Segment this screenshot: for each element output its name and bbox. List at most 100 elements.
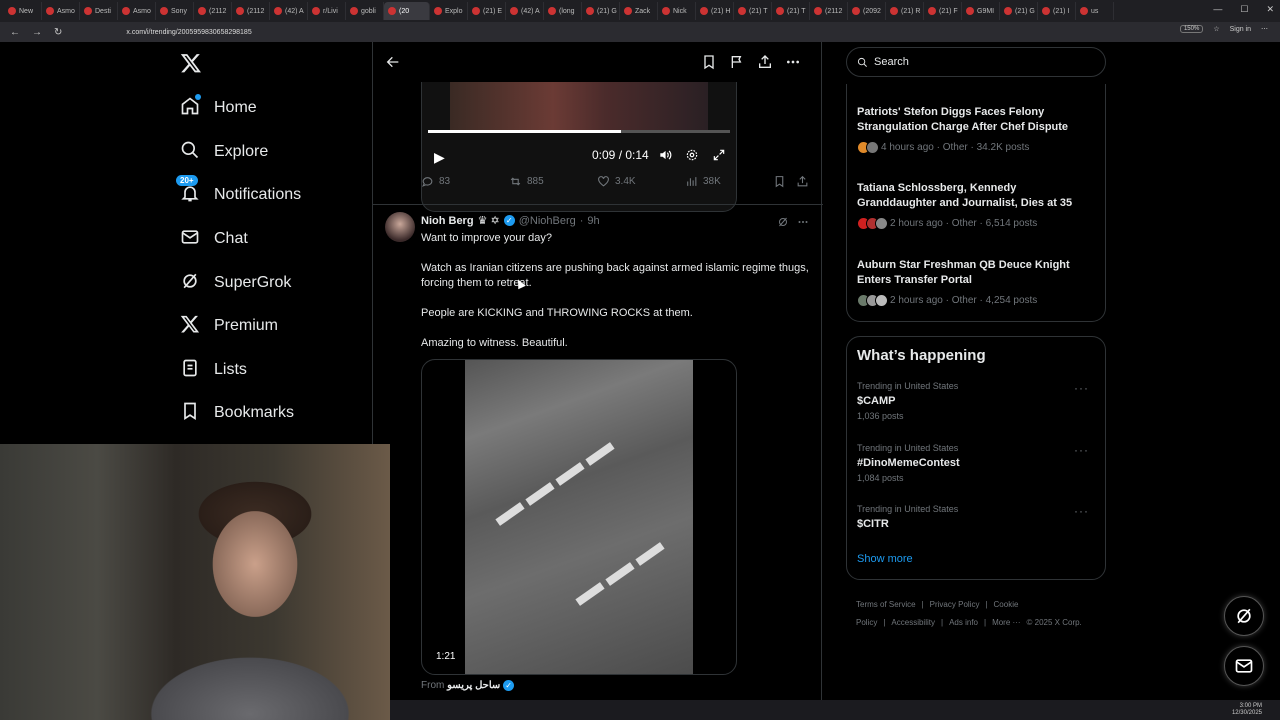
browser-tab[interactable]: us <box>1076 2 1114 20</box>
browser-tab[interactable]: (21) G <box>582 2 620 20</box>
share-icon[interactable] <box>796 175 809 188</box>
browser-tab[interactable]: Explo <box>430 2 468 20</box>
like-button[interactable]: 3.4K <box>597 175 636 188</box>
browser-tab[interactable]: (2112 <box>810 2 848 20</box>
close-icon[interactable]: ✕ <box>1266 4 1274 15</box>
more-icon[interactable] <box>785 54 801 70</box>
trend-item[interactable]: Trending in United States $CITR ··· <box>857 504 1097 530</box>
browser-tab[interactable]: (21) H <box>696 2 734 20</box>
author-handle[interactable]: @NiohBerg <box>519 215 576 227</box>
post-video[interactable]: 1:21 <box>421 359 737 675</box>
browser-tab[interactable]: (2092 <box>848 2 886 20</box>
author-name[interactable]: Nioh Berg <box>421 215 474 227</box>
more-icon[interactable]: ··· <box>1074 381 1089 395</box>
show-more-link[interactable]: Show more <box>857 553 913 565</box>
browser-tab[interactable]: (42) A <box>270 2 308 20</box>
browser-tab[interactable]: (21) I <box>1038 2 1076 20</box>
extensions-icon[interactable]: ⋯ <box>1261 25 1268 33</box>
sign-in-button[interactable]: Sign in <box>1230 26 1251 33</box>
bookmark-icon[interactable] <box>701 54 717 70</box>
star-icon[interactable]: ☆ <box>1213 25 1219 33</box>
browser-tab[interactable]: (21) G <box>1000 2 1038 20</box>
views-button[interactable]: 38K <box>685 175 721 188</box>
browser-tab[interactable]: (21) E <box>468 2 506 20</box>
browser-tab[interactable]: (2112 <box>232 2 270 20</box>
volume-icon[interactable] <box>658 148 672 162</box>
video-player[interactable]: ▶ 0:09 / 0:14 <box>421 82 737 212</box>
search-input[interactable]: Search <box>846 47 1106 77</box>
browser-tab[interactable]: Asmo <box>118 2 156 20</box>
browser-tab[interactable]: Nick <box>658 2 696 20</box>
flag-icon[interactable] <box>729 54 745 70</box>
browser-tab[interactable]: G9MI <box>962 2 1000 20</box>
x-logo-icon[interactable] <box>180 52 202 76</box>
trend-item[interactable]: Trending in United States $CAMP 1,036 po… <box>857 381 1097 421</box>
zoom-level[interactable]: 150% <box>1179 25 1204 33</box>
nav-item-supergrok[interactable]: SuperGrok <box>180 270 291 296</box>
news-item[interactable]: Patriots' Stefon Diggs Faces Felony Stra… <box>857 105 1097 154</box>
trend-context: Trending in United States <box>857 443 959 453</box>
browser-tab[interactable]: gobli <box>346 2 384 20</box>
browser-tab[interactable]: New <box>4 2 42 20</box>
browser-tab[interactable]: (21) T <box>772 2 810 20</box>
browser-tab[interactable]: (long <box>544 2 582 20</box>
messages-fab-button[interactable] <box>1224 646 1264 686</box>
avatar[interactable] <box>385 212 415 242</box>
bookmark-icon[interactable] <box>773 175 786 188</box>
nav-item-lists[interactable]: Lists <box>180 357 247 383</box>
window-controls: — ☐ ✕ <box>1213 4 1274 15</box>
browser-tab[interactable]: (2112 <box>194 2 232 20</box>
maximize-icon[interactable]: ☐ <box>1240 4 1248 15</box>
video-duration: 1:21 <box>432 650 460 663</box>
post-time[interactable]: 9h <box>587 215 599 227</box>
news-item[interactable]: Tatiana Schlossberg, Kennedy Granddaught… <box>857 181 1097 230</box>
nav-item-chat[interactable]: Chat <box>180 226 248 252</box>
browser-tab[interactable]: (21) F <box>924 2 962 20</box>
footer-link[interactable]: Terms of Service <box>856 600 916 609</box>
url-field[interactable]: x.com/i/trending/2005959830658298185 <box>126 29 251 36</box>
footer-link[interactable]: © 2025 X Corp. <box>1027 618 1082 627</box>
nav-item-explore[interactable]: Explore <box>180 139 268 165</box>
source-name[interactable]: ساحل پریسو <box>447 680 500 691</box>
browser-tab[interactable]: Desti <box>80 2 118 20</box>
browser-tab[interactable]: (42) A <box>506 2 544 20</box>
more-icon[interactable]: ··· <box>1074 443 1089 457</box>
nav-item-home[interactable]: Home <box>180 93 257 121</box>
footer-separator: | <box>985 600 988 609</box>
back-icon[interactable]: ← <box>10 27 20 38</box>
news-item[interactable]: Auburn Star Freshman QB Deuce Knight Ent… <box>857 258 1097 307</box>
forward-icon[interactable]: → <box>32 27 42 38</box>
nav-item-notifications[interactable]: 20+ Notifications <box>176 174 301 208</box>
reply-icon <box>422 176 433 187</box>
play-icon[interactable]: ▶ <box>434 149 445 166</box>
share-icon[interactable] <box>757 54 773 70</box>
browser-tab[interactable]: Sony <box>156 2 194 20</box>
nav-item-premium[interactable]: Premium <box>180 313 278 339</box>
settings-icon[interactable] <box>685 148 699 162</box>
browser-tab[interactable]: Asmo <box>42 2 80 20</box>
grok-fab-button[interactable] <box>1224 596 1264 636</box>
back-arrow-icon[interactable] <box>385 54 401 70</box>
tab-favicon-icon <box>236 7 244 15</box>
footer-link[interactable]: Privacy Policy <box>930 600 980 609</box>
fullscreen-icon[interactable] <box>712 148 726 162</box>
more-icon[interactable] <box>797 216 809 228</box>
minimize-icon[interactable]: — <box>1213 4 1222 15</box>
more-icon[interactable]: ··· <box>1074 504 1089 518</box>
tab-favicon-icon <box>198 7 206 15</box>
footer-link[interactable]: Accessibility <box>891 618 935 627</box>
repost-button[interactable]: 885 <box>509 175 544 188</box>
reload-icon[interactable]: ↻ <box>54 27 62 38</box>
footer-link[interactable]: More ··· <box>992 618 1020 627</box>
nav-item-bookmarks[interactable]: Bookmarks <box>180 400 294 426</box>
browser-tab[interactable]: (20 <box>384 2 430 20</box>
browser-tab[interactable]: Zack <box>620 2 658 20</box>
browser-tab[interactable]: (21) R <box>886 2 924 20</box>
footer-link[interactable]: Ads info <box>949 618 978 627</box>
browser-tab[interactable]: (21) T <box>734 2 772 20</box>
video-progress-bar[interactable] <box>428 130 730 133</box>
reply-button[interactable]: 83 <box>421 175 450 188</box>
browser-tab[interactable]: r/Livi <box>308 2 346 20</box>
grok-icon[interactable] <box>777 216 789 228</box>
trend-item[interactable]: Trending in United States #DinoMemeConte… <box>857 443 1097 483</box>
